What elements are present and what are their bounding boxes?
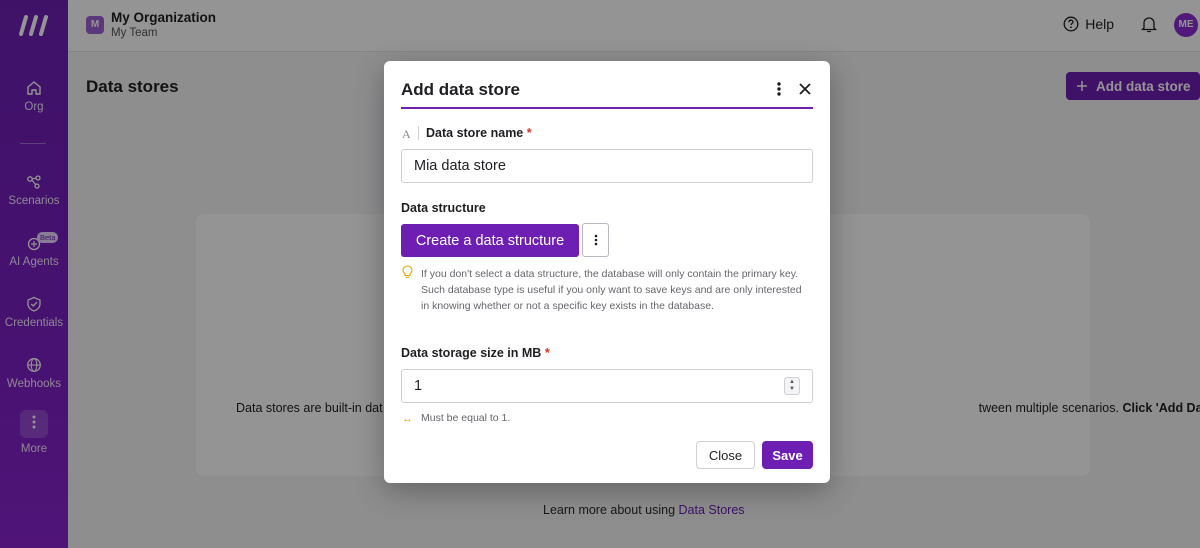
required-mark: * bbox=[526, 126, 532, 140]
data-structure-label: Data structure bbox=[401, 201, 486, 215]
number-stepper[interactable]: ▲ ▼ bbox=[784, 377, 800, 395]
data-structure-hint: If you don't select a data structure, th… bbox=[421, 268, 802, 313]
storage-size-rule: Must be equal to 1. bbox=[421, 412, 511, 424]
vertical-dots-icon bbox=[594, 234, 597, 246]
text-type-icon: A bbox=[402, 127, 411, 141]
storage-size-label: Data storage size in MB * bbox=[401, 346, 550, 360]
save-button[interactable]: Save bbox=[762, 441, 813, 469]
dialog-menu-icon[interactable] bbox=[776, 81, 782, 97]
storage-size-input[interactable]: 1 bbox=[401, 369, 813, 403]
stepper-up-icon[interactable]: ▲ bbox=[789, 379, 795, 386]
divider bbox=[418, 126, 419, 140]
required-mark: * bbox=[544, 346, 550, 360]
close-icon[interactable] bbox=[797, 81, 813, 97]
dialog-title: Add data store bbox=[401, 80, 521, 99]
lightbulb-icon bbox=[402, 265, 413, 278]
data-store-name-label: Data store name * bbox=[426, 126, 532, 140]
label-text: Data store name bbox=[426, 126, 524, 140]
add-data-store-dialog: Add data store A Data store name * Mia d… bbox=[384, 61, 830, 483]
label-text: Data storage size in MB bbox=[401, 346, 542, 360]
create-data-structure-button[interactable]: Create a data structure bbox=[401, 224, 579, 257]
range-arrows-icon: ↔ bbox=[402, 413, 413, 425]
close-button[interactable]: Close bbox=[696, 441, 755, 469]
stepper-down-icon[interactable]: ▼ bbox=[789, 386, 795, 393]
title-underline bbox=[401, 107, 813, 109]
data-store-name-input[interactable]: Mia data store bbox=[401, 149, 813, 183]
data-structure-options-button[interactable] bbox=[582, 223, 609, 257]
